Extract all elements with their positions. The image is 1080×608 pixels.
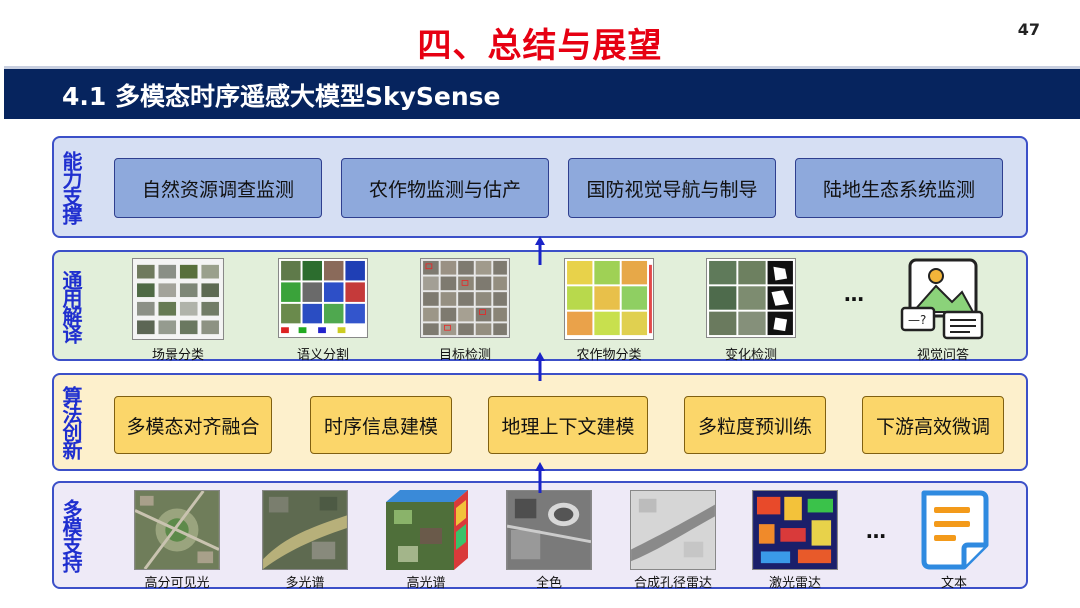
text-caption: 文本 xyxy=(940,576,967,591)
arrow-up-icon xyxy=(535,462,545,493)
capability-layer-label: 能力支撑 xyxy=(59,151,83,223)
interpretation-layer-label: 通用解译 xyxy=(59,269,83,342)
page-number: 47 xyxy=(1017,20,1040,39)
interpretation-layer: 通用解译 场景分类 语义分割 目标检测 农作物分类 变化检测 … —? 视觉问答 xyxy=(52,250,1028,363)
high-resolution-optical-image xyxy=(134,490,220,570)
text-document-icon xyxy=(921,490,989,570)
innovation-layer: 算法创新 多模态对齐融合 时序信息建模 地理上下文建模 多粒度预训练 下游高效微… xyxy=(52,373,1028,471)
multispectral-caption: 多光谱 xyxy=(285,576,325,591)
panchromatic-caption: 全色 xyxy=(535,576,562,591)
modality-ellipsis: … xyxy=(866,519,886,543)
innovation-geo-context-modeling: 地理上下文建模 xyxy=(488,396,648,454)
capability-crop-monitoring: 农作物监测与估产 xyxy=(341,158,549,218)
visual-question-answering-caption: 视觉问答 xyxy=(916,348,969,363)
svg-text:—?: —? xyxy=(908,313,926,327)
lidar-caption: 激光雷达 xyxy=(768,576,821,591)
capability-natural-resources: 自然资源调查监测 xyxy=(114,158,322,218)
change-detection-image xyxy=(706,258,796,338)
innovation-temporal-modeling: 时序信息建模 xyxy=(310,396,452,454)
multispectral-image xyxy=(262,490,348,570)
semantic-segmentation-image xyxy=(278,258,368,338)
hyperspectral-caption: 高光谱 xyxy=(406,576,446,591)
interpretation-ellipsis: … xyxy=(844,282,864,306)
semantic-segmentation-caption: 语义分割 xyxy=(296,348,349,363)
capability-ecosystem-monitoring: 陆地生态系统监测 xyxy=(795,158,1003,218)
high-resolution-optical-caption: 高分可见光 xyxy=(144,576,210,591)
modality-layer: 多模支持 高分可见光 多光谱 高光谱 全色 合成孔径雷达 激光雷达 … 文本 xyxy=(52,481,1028,591)
object-detection-image xyxy=(420,258,510,338)
section-header-bar: 4.1 多模态时序遥感大模型SkySense xyxy=(4,66,1080,119)
panchromatic-image xyxy=(506,490,592,570)
innovation-efficient-finetuning: 下游高效微调 xyxy=(862,396,1004,454)
sar-image xyxy=(630,490,716,570)
innovation-multimodal-alignment: 多模态对齐融合 xyxy=(114,396,272,454)
slide-title: 四、总结与展望 xyxy=(417,26,663,66)
object-detection-caption: 目标检测 xyxy=(438,348,491,363)
scene-classification-caption: 场景分类 xyxy=(151,348,204,363)
arrow-up-icon xyxy=(535,236,545,265)
visual-question-answering-icon: —? xyxy=(900,258,984,340)
innovation-layer-label: 算法创新 xyxy=(59,386,83,458)
hyperspectral-image xyxy=(386,490,468,570)
lidar-image xyxy=(752,490,838,570)
modality-layer-label: 多模支持 xyxy=(59,499,83,571)
capability-navigation-guidance: 国防视觉导航与制导 xyxy=(568,158,776,218)
capability-layer: 能力支撑 自然资源调查监测 农作物监测与估产 国防视觉导航与制导 陆地生态系统监… xyxy=(52,136,1028,238)
arrow-up-icon xyxy=(535,352,545,381)
crop-classification-caption: 农作物分类 xyxy=(576,348,642,363)
sar-caption: 合成孔径雷达 xyxy=(633,576,712,591)
change-detection-caption: 变化检测 xyxy=(724,348,777,363)
crop-classification-image xyxy=(564,258,654,340)
innovation-multigranularity-pretraining: 多粒度预训练 xyxy=(684,396,826,454)
scene-classification-image xyxy=(132,258,224,340)
section-header-text: 4.1 多模态时序遥感大模型SkySense xyxy=(62,82,501,111)
